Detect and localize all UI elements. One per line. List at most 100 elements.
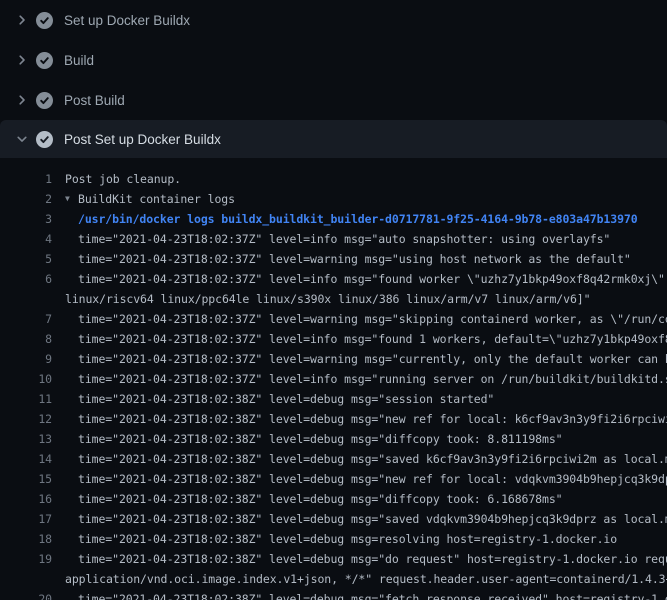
step-row[interactable]: Post Build xyxy=(0,80,667,120)
log-line-number xyxy=(0,289,52,309)
log-line-text: time="2021-04-23T18:02:38Z" level=debug … xyxy=(78,549,667,569)
log-line-number[interactable]: 14 xyxy=(0,449,52,469)
log-line-number[interactable]: 5 xyxy=(0,249,52,269)
indent-spacer xyxy=(52,549,78,569)
log-line-text: time="2021-04-23T18:02:38Z" level=debug … xyxy=(78,589,667,600)
log-line-text: time="2021-04-23T18:02:37Z" level=info m… xyxy=(78,229,610,249)
indent-spacer xyxy=(52,329,78,349)
log-line-text: time="2021-04-23T18:02:37Z" level=warnin… xyxy=(78,349,667,369)
indent-spacer xyxy=(52,189,65,209)
step-row[interactable]: Set up Docker Buildx xyxy=(0,0,667,40)
step-row[interactable]: Build xyxy=(0,40,667,80)
log-line-number[interactable]: 16 xyxy=(0,489,52,509)
steps-list: Set up Docker Buildx Build Post Build Post … xyxy=(0,0,667,158)
log-line-number[interactable]: 4 xyxy=(0,229,52,249)
chevron-right-icon xyxy=(14,52,30,68)
log-line: 17 time="2021-04-23T18:02:38Z" level=debu… xyxy=(0,509,667,529)
step-row[interactable]: Post Set up Docker Buildx xyxy=(0,120,667,158)
indent-spacer xyxy=(52,529,78,549)
log-line-number[interactable]: 1 xyxy=(0,169,52,189)
log-line-number[interactable]: 19 xyxy=(0,549,52,569)
step-label: Build xyxy=(64,53,94,68)
log-line-number[interactable]: 10 xyxy=(0,369,52,389)
log-line-number[interactable]: 9 xyxy=(0,349,52,369)
log-line-text: time="2021-04-23T18:02:38Z" level=debug … xyxy=(78,409,667,429)
log-line-text: time="2021-04-23T18:02:37Z" level=info m… xyxy=(78,369,667,389)
log-line-text: time="2021-04-23T18:02:37Z" level=warnin… xyxy=(78,249,631,269)
log-line-text: Post job cleanup. xyxy=(65,169,181,189)
log-line-text: time="2021-04-23T18:02:38Z" level=debug … xyxy=(78,429,562,449)
log-line: 19 time="2021-04-23T18:02:38Z" level=debu… xyxy=(0,549,667,569)
log-line-text: time="2021-04-23T18:02:37Z" level=warnin… xyxy=(78,309,667,329)
indent-spacer xyxy=(52,349,78,369)
log-line-text: time="2021-04-23T18:02:38Z" level=debug … xyxy=(78,449,667,469)
log-line: linux/riscv64 linux/ppc64le linux/s390x … xyxy=(0,289,667,309)
log-line-number[interactable]: 6 xyxy=(0,269,52,289)
log-line: 18 time="2021-04-23T18:02:38Z" level=debu… xyxy=(0,529,667,549)
log-line: 7 time="2021-04-23T18:02:37Z" level=warni… xyxy=(0,309,667,329)
log-line-number[interactable]: 7 xyxy=(0,309,52,329)
indent-spacer xyxy=(52,309,78,329)
actions-log-viewer: Set up Docker Buildx Build Post Build Post … xyxy=(0,0,667,600)
indent-spacer xyxy=(52,169,65,189)
log-line-number[interactable]: 15 xyxy=(0,469,52,489)
log-line: 15 time="2021-04-23T18:02:38Z" level=debu… xyxy=(0,469,667,489)
check-circle-icon xyxy=(36,131,53,148)
indent-spacer xyxy=(52,269,78,289)
log-line-text: time="2021-04-23T18:02:38Z" level=debug … xyxy=(78,529,617,549)
log-line: 1 Post job cleanup. xyxy=(0,169,667,189)
log-line-number[interactable]: 3 xyxy=(0,209,52,229)
indent-spacer xyxy=(52,209,78,229)
log-line-text: time="2021-04-23T18:02:38Z" level=debug … xyxy=(78,489,562,509)
chevron-right-icon xyxy=(14,12,30,28)
step-label: Post Build xyxy=(64,93,125,108)
indent-spacer xyxy=(52,589,78,600)
check-circle-icon xyxy=(36,12,53,29)
indent-spacer xyxy=(52,289,65,309)
log-line-number[interactable]: 20 xyxy=(0,589,52,600)
indent-spacer xyxy=(52,569,65,589)
log-line: 14 time="2021-04-23T18:02:38Z" level=debu… xyxy=(0,449,667,469)
log-line: 3/usr/bin/docker logs buildx_buildkit_bu… xyxy=(0,209,667,229)
log-line-text: linux/riscv64 linux/ppc64le linux/s390x … xyxy=(65,289,590,309)
log-line-text: time="2021-04-23T18:02:37Z" level=info m… xyxy=(78,269,667,289)
indent-spacer xyxy=(52,409,78,429)
log-line: 16 time="2021-04-23T18:02:38Z" level=debu… xyxy=(0,489,667,509)
collapse-triangle-icon[interactable]: ▼ xyxy=(65,189,78,209)
log-line-number[interactable]: 12 xyxy=(0,409,52,429)
indent-spacer xyxy=(52,509,78,529)
log-line-number[interactable]: 11 xyxy=(0,389,52,409)
log-line: 13 time="2021-04-23T18:02:38Z" level=debu… xyxy=(0,429,667,449)
check-circle-icon xyxy=(36,52,53,69)
indent-spacer xyxy=(52,249,78,269)
indent-spacer xyxy=(52,449,78,469)
log-line-text: application/vnd.oci.image.index.v1+json,… xyxy=(65,569,667,589)
log-line: 4 time="2021-04-23T18:02:37Z" level=info … xyxy=(0,229,667,249)
log-group-label[interactable]: BuildKit container logs xyxy=(78,189,235,209)
indent-spacer xyxy=(52,389,78,409)
log-line-text: time="2021-04-23T18:02:38Z" level=debug … xyxy=(78,469,667,489)
log-line-number[interactable]: 2 xyxy=(0,189,52,209)
log-line-text: time="2021-04-23T18:02:38Z" level=debug … xyxy=(78,389,494,409)
log-line: 9 time="2021-04-23T18:02:37Z" level=warni… xyxy=(0,349,667,369)
log-line: 2 ▼BuildKit container logs xyxy=(0,189,667,209)
chevron-right-icon xyxy=(14,92,30,108)
log-line-text: time="2021-04-23T18:02:38Z" level=debug … xyxy=(78,509,667,529)
log-command-text: /usr/bin/docker logs buildx_buildkit_bui… xyxy=(78,209,638,229)
log-area: 1 Post job cleanup. 2 ▼BuildKit container l… xyxy=(0,158,667,600)
chevron-down-icon xyxy=(14,131,30,147)
log-line: 5 time="2021-04-23T18:02:37Z" level=warni… xyxy=(0,249,667,269)
indent-spacer xyxy=(52,489,78,509)
step-label: Set up Docker Buildx xyxy=(64,13,190,28)
indent-spacer xyxy=(52,429,78,449)
log-line-number[interactable]: 8 xyxy=(0,329,52,349)
log-line-number[interactable]: 17 xyxy=(0,509,52,529)
log-line-number[interactable]: 18 xyxy=(0,529,52,549)
check-circle-icon xyxy=(36,92,53,109)
indent-spacer xyxy=(52,469,78,489)
log-line-text: time="2021-04-23T18:02:37Z" level=info m… xyxy=(78,329,667,349)
step-label: Post Set up Docker Buildx xyxy=(64,132,221,147)
log-line: application/vnd.oci.image.index.v1+json,… xyxy=(0,569,667,589)
log-line-number[interactable]: 13 xyxy=(0,429,52,449)
indent-spacer xyxy=(52,229,78,249)
